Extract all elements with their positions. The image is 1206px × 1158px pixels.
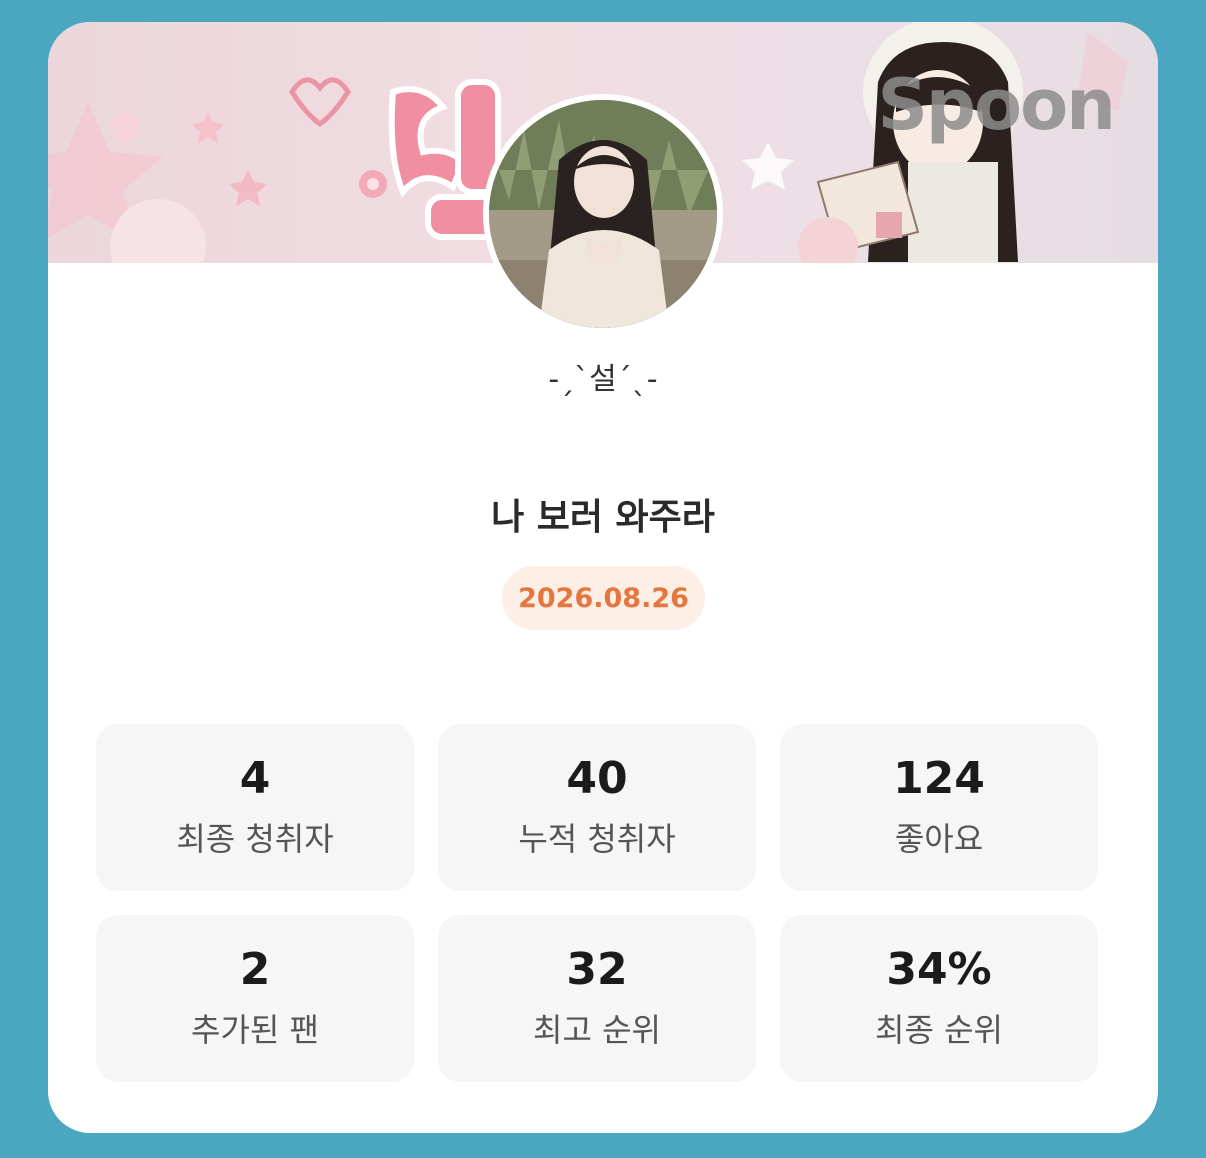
- stats-grid: 4 최종 청취자 40 누적 청취자 124 좋아요 2 추가된 팬 32 최고…: [96, 724, 1098, 1082]
- stat-best-rank: 32 최고 순위: [438, 915, 756, 1082]
- stats-card: Spoon -ˏˋ설ˊˎ- 나 보러 와주라 2026.08.26 4 최종 청…: [48, 22, 1158, 1133]
- stat-final-listeners: 4 최종 청취자: [96, 724, 414, 891]
- stat-likes: 124 좋아요: [780, 724, 1098, 891]
- broadcast-date-badge: 2026.08.26: [502, 566, 705, 630]
- avatar-image: [489, 100, 717, 328]
- stat-final-rank: 34% 최종 순위: [780, 915, 1098, 1082]
- stat-label: 추가된 팬: [191, 1010, 319, 1049]
- stat-label: 최종 청취자: [176, 819, 334, 858]
- stat-total-listeners: 40 누적 청취자: [438, 724, 756, 891]
- stat-value: 2: [239, 944, 271, 996]
- stat-new-fans: 2 추가된 팬: [96, 915, 414, 1082]
- stat-label: 누적 청취자: [518, 819, 676, 858]
- stat-value: 124: [893, 753, 985, 805]
- spoon-logo: Spoon: [877, 64, 1116, 146]
- profile-nickname: -ˏˋ설ˊˎ-: [548, 362, 658, 397]
- avatar[interactable]: [483, 94, 723, 334]
- stat-value: 4: [239, 753, 271, 805]
- stat-label: 최고 순위: [533, 1010, 661, 1049]
- broadcast-date: 2026.08.26: [518, 582, 689, 614]
- broadcast-title: 나 보러 와주라: [491, 497, 715, 538]
- stat-value: 34%: [886, 944, 992, 996]
- stat-value: 32: [566, 944, 628, 996]
- stat-label: 좋아요: [894, 819, 984, 858]
- stat-value: 40: [566, 753, 628, 805]
- stat-label: 최종 순위: [875, 1010, 1003, 1049]
